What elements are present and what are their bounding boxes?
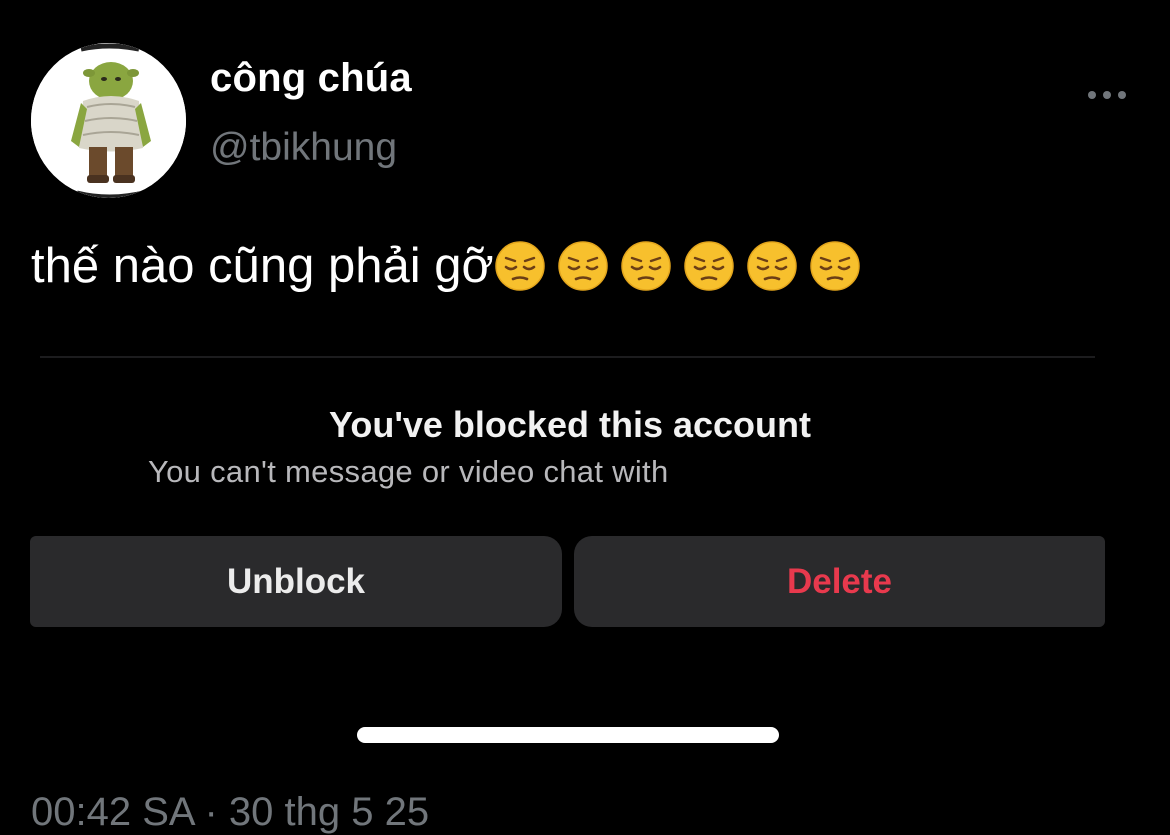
blocked-subtitle: You can't message or video chat with [148,454,669,489]
more-horizontal-icon [1088,91,1096,99]
pensive-face-icon [620,240,672,292]
divider [40,356,1095,358]
tweet-text-body: thế nào cũng phải gỡ [31,239,494,293]
emoji-row [494,240,872,292]
pensive-face-icon [683,240,735,292]
tweet-media-image[interactable]: You've blocked this account You can't me… [0,340,1170,770]
home-indicator [357,727,779,743]
display-name[interactable]: công chúa [210,56,412,101]
delete-button[interactable]: Delete [574,536,1105,627]
timestamp[interactable]: 00:42 SA · 30 thg 5 25 [31,790,429,835]
pensive-face-icon [746,240,798,292]
pensive-face-icon [557,240,609,292]
blocked-title: You've blocked this account [329,404,811,445]
more-options-button[interactable] [1082,80,1132,110]
unblock-button[interactable]: Unblock [30,536,562,627]
pensive-face-icon [809,240,861,292]
tweet-text: thế nào cũng phải gỡ [31,238,872,294]
shrek-avatar-icon [31,43,186,198]
pensive-face-icon [494,240,546,292]
more-horizontal-icon [1118,91,1126,99]
avatar[interactable] [31,43,186,198]
more-horizontal-icon [1103,91,1111,99]
user-handle[interactable]: @tbikhung [210,126,397,170]
